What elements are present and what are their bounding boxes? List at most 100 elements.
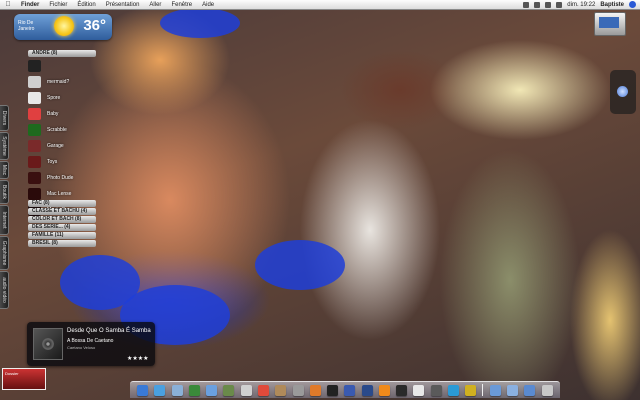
terminal-icon[interactable] [327,384,339,396]
launcher-item[interactable]: Photo Dude [28,171,96,184]
launcher-panel: ANDRE (8) mermaid? Spore Baby Scrabble Garag… [28,50,96,219]
menu-help[interactable]: Aide [197,2,219,8]
desktop-folder-label: Dossier [5,371,19,376]
menu-finder[interactable]: Finder [16,2,44,8]
menu-view[interactable]: Présentation [101,2,145,8]
app-icon [28,59,41,72]
hard-drive-icon[interactable] [594,12,626,36]
app-icon [28,91,41,104]
side-tab-internet[interactable]: Internet [0,205,9,235]
side-tab-misc[interactable]: Misc [0,161,9,179]
menu-clock[interactable]: dim. 19:22 [567,2,595,8]
address-icon[interactable] [275,384,287,396]
launcher-item-label: Mac Lense [47,190,72,197]
album-art [33,328,63,360]
menu-bar:  Finder Fichier Édition Présentation Al… [0,0,640,10]
menu-extras: dim. 19:22 Baptiste [523,0,636,9]
safari-icon[interactable] [154,384,166,396]
ichat-icon[interactable] [188,384,200,396]
menu-window[interactable]: Fenêtre [166,2,197,8]
mini-widget[interactable] [610,70,636,114]
side-tab-boutik[interactable]: Boutik [0,180,9,204]
calculator-icon[interactable] [430,384,442,396]
section-fac[interactable]: FAC (8) [28,200,96,207]
spotlight-icon[interactable] [629,1,636,8]
photoshop-icon[interactable] [361,384,373,396]
launcher-item[interactable]: Scrabble [28,123,96,136]
app-icon [28,75,41,88]
launcher-item[interactable]: Baby [28,107,96,120]
menu-user[interactable]: Baptiste [600,2,624,8]
section-bresil[interactable]: BRÉSIL (8) [28,240,96,247]
section-series[interactable]: DES SERIE... (4) [28,224,96,231]
disc-icon [42,338,54,350]
launcher-item[interactable]: mermaid? [28,75,96,88]
side-tab-audio-video[interactable]: audio vidéo [0,271,9,309]
wifi-icon[interactable] [534,1,541,8]
dock-separator [482,384,484,396]
bluetooth-icon[interactable] [523,1,530,8]
app-icon [28,187,41,200]
firefox-icon[interactable] [309,384,321,396]
preferences-icon[interactable] [292,384,304,396]
trash-icon[interactable] [541,384,553,396]
side-drawer-tabs: Divers Système Misc Boutik Internet Grap… [0,105,9,310]
launcher-item-label: Baby [47,110,59,117]
section-classe[interactable]: CLASSE ET BACHU (4) [28,208,96,215]
now-playing-widget[interactable]: Desde Que O Samba É Samba A Bossa De Cae… [27,322,155,366]
app-icon[interactable] [465,384,477,396]
app-icon [28,155,41,168]
track-rating[interactable]: ★★★★ [127,355,149,362]
app-icon [28,123,41,136]
launcher-header[interactable]: ANDRE (8) [28,50,96,57]
launcher-item[interactable]: Toys [28,155,96,168]
launcher-item-label: Spore [47,94,61,101]
launcher-item[interactable]: Garage [28,139,96,152]
track-album: A Bossa De Caetano [67,338,114,344]
downloads-icon[interactable] [524,384,536,396]
side-tab-graphisme[interactable]: Graphisme [0,236,9,270]
track-artist: Caetano Veloso [67,345,96,350]
iphoto-icon[interactable] [223,384,235,396]
dock [130,381,560,398]
sun-icon [54,16,74,36]
launcher-item-label: mermaid? [47,78,70,85]
section-color[interactable]: COLOR ET BACH (8) [28,216,96,223]
section-famille[interactable]: FAMILLE (11) [28,232,96,239]
menu-go[interactable]: Aller [144,2,166,8]
side-tab-divers[interactable]: Divers [0,105,9,131]
weather-temperature: 36° [83,17,106,34]
textedit-icon[interactable] [413,384,425,396]
orb-icon [617,86,628,97]
app-icon [28,139,41,152]
app-icon [28,107,41,120]
launcher-item[interactable]: Spore [28,91,96,104]
track-title: Desde Que O Samba É Samba [67,328,151,334]
apple-icon[interactable]:  [0,1,16,8]
app-icon [28,171,41,184]
finder-icon[interactable] [137,384,149,396]
volume-icon[interactable] [545,1,552,8]
battery-icon[interactable] [556,1,563,8]
launcher-item[interactable] [28,59,96,72]
documents-icon[interactable] [506,384,518,396]
weather-widget[interactable]: Rio De Janeiro 36° [14,14,112,40]
vlc-icon[interactable] [378,384,390,396]
folder-icon[interactable] [489,384,501,396]
launcher-item-label: Scrabble [47,126,67,133]
calendar-icon[interactable] [257,384,269,396]
quicktime-icon[interactable] [344,384,356,396]
side-tab-systeme[interactable]: Système [0,132,9,160]
skype-icon[interactable] [447,384,459,396]
launcher-item-label: Photo Dude [47,174,74,181]
dashboard-icon[interactable] [396,384,408,396]
desktop-folder[interactable]: Dossier [2,368,46,390]
mail-icon[interactable] [171,384,183,396]
itunes-icon[interactable] [206,384,218,396]
menu-edit[interactable]: Édition [72,2,100,8]
launcher-sections: FAC (8) CLASSE ET BACHU (4) COLOR ET BAC… [28,200,96,248]
menu-file[interactable]: Fichier [44,2,72,8]
launcher-item-label: Garage [47,142,64,149]
imovie-icon[interactable] [240,384,252,396]
launcher-item[interactable]: Mac Lense [28,187,96,200]
